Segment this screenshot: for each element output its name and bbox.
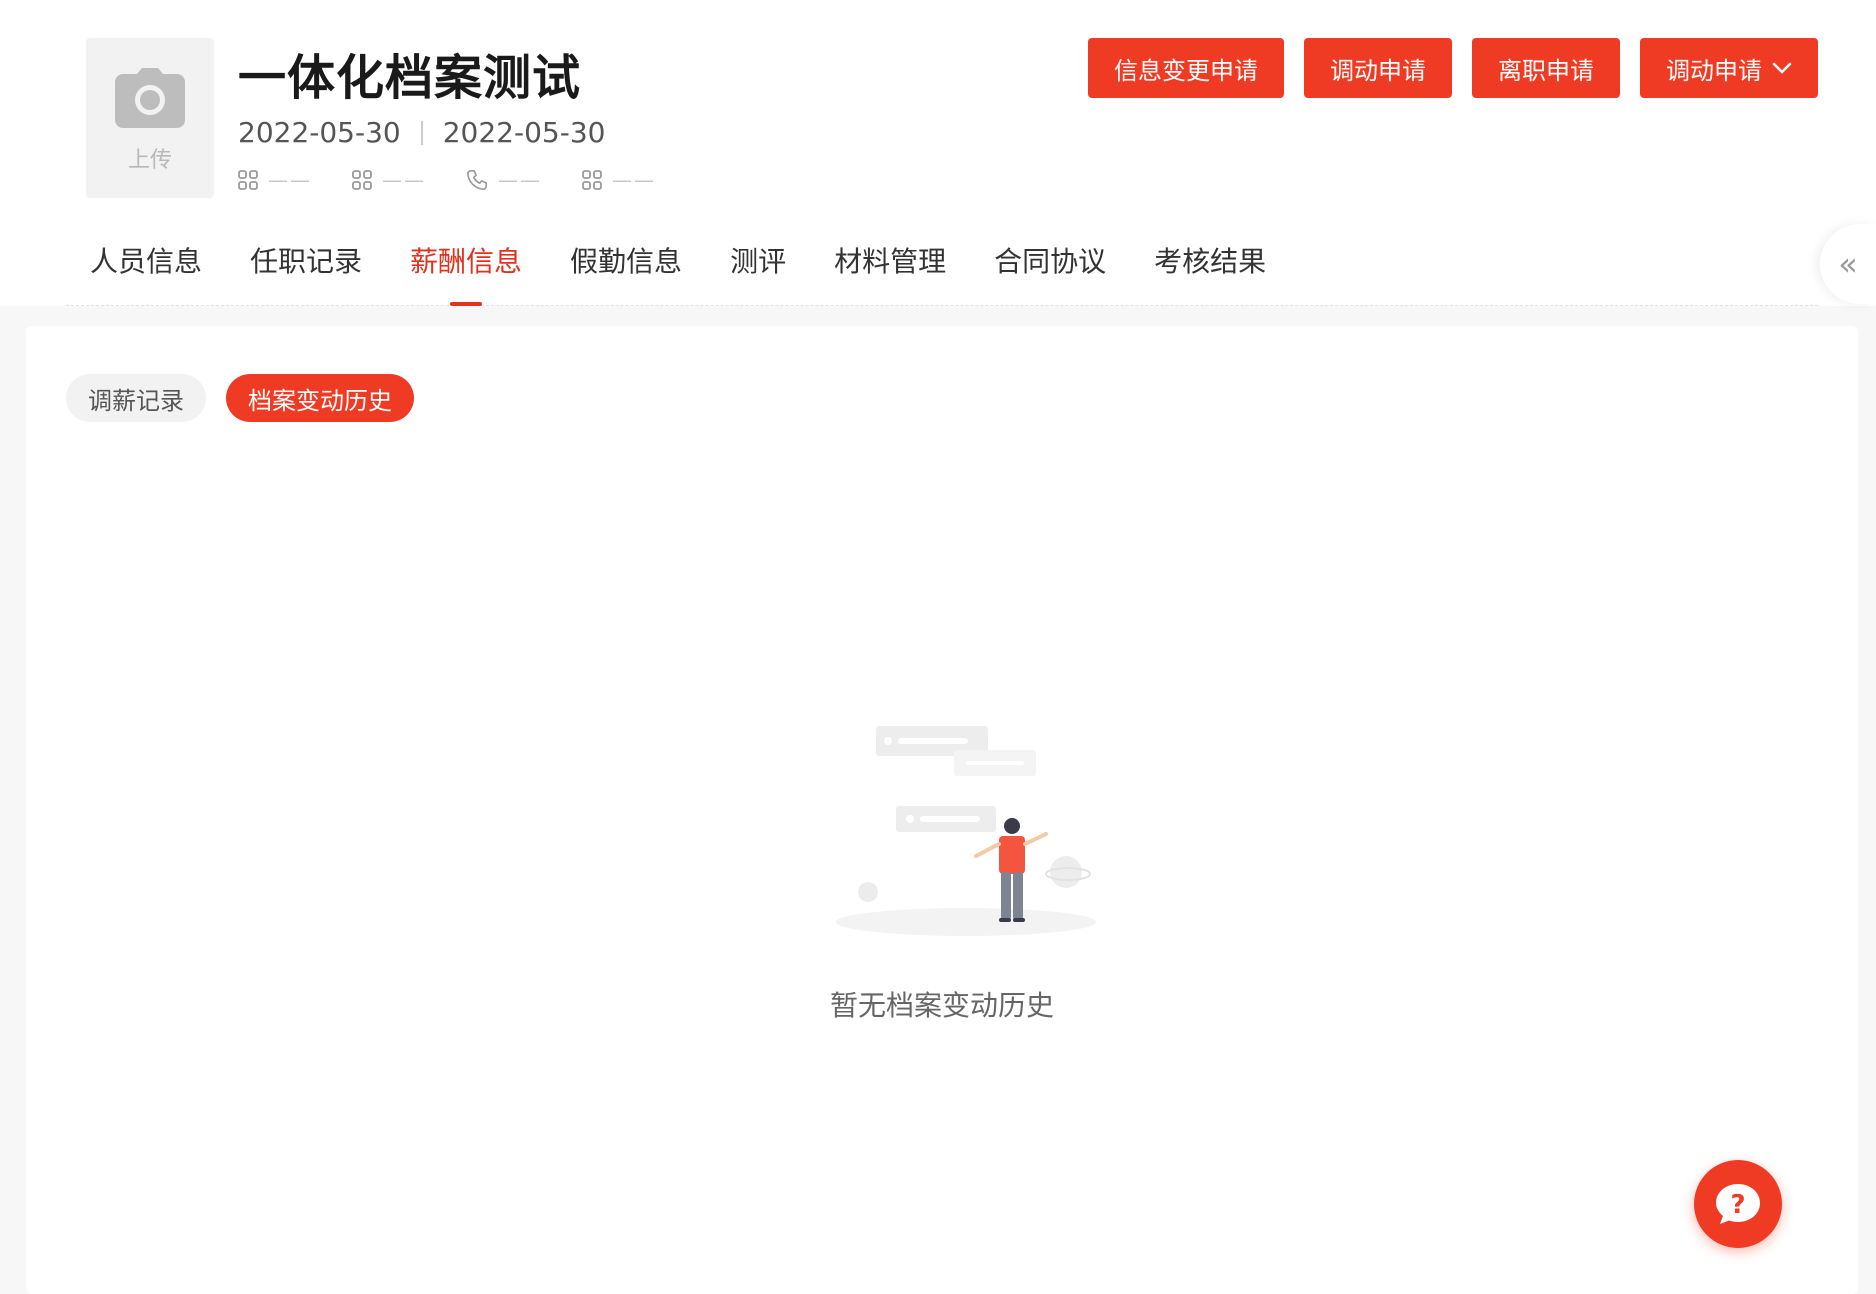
tab-attendance[interactable]: 假勤信息 <box>546 238 706 306</box>
transfer-dropdown-button[interactable]: 调动申请 <box>1640 38 1818 98</box>
date-start: 2022-05-30 <box>238 116 401 149</box>
empty-illustration <box>806 696 1126 950</box>
chevron-down-icon <box>1772 62 1792 74</box>
content-card: 调薪记录 档案变动历史 暂无档案变动历史 <box>26 326 1858 1294</box>
subtab-archive-history[interactable]: 档案变动历史 <box>226 374 414 422</box>
meta-item: —— <box>352 168 426 192</box>
profile-meta: —— —— —— —— <box>238 168 696 192</box>
tab-evaluation[interactable]: 测评 <box>706 238 810 306</box>
sub-tabs: 调薪记录 档案变动历史 <box>66 374 434 422</box>
grid-icon <box>582 170 602 190</box>
date-end: 2022-05-30 <box>442 116 606 149</box>
info-change-button[interactable]: 信息变更申请 <box>1088 38 1284 98</box>
svg-text:?: ? <box>1730 1190 1745 1220</box>
meta-item: —— <box>466 168 542 192</box>
main-tabs: 人员信息 任职记录 薪酬信息 假勤信息 测评 材料管理 合同协议 考核结果 <box>66 238 1818 306</box>
divider <box>420 120 423 145</box>
tab-personnel[interactable]: 人员信息 <box>66 238 226 306</box>
subtab-salary-adjustment[interactable]: 调薪记录 <box>66 374 206 422</box>
tab-employment[interactable]: 任职记录 <box>226 238 386 306</box>
meta-value: —— <box>268 168 312 192</box>
action-buttons: 信息变更申请 调动申请 离职申请 调动申请 <box>1068 38 1818 98</box>
profile-header: 上传 一体化档案测试 2022-05-30 2022-05-30 —— —— — <box>0 0 1876 306</box>
meta-value: —— <box>382 168 426 192</box>
resign-button[interactable]: 离职申请 <box>1472 38 1620 98</box>
camera-icon <box>115 68 185 128</box>
profile-name: 一体化档案测试 <box>238 50 582 106</box>
tab-assessment[interactable]: 考核结果 <box>1130 238 1290 306</box>
profile-dates: 2022-05-30 2022-05-30 <box>238 116 605 149</box>
tab-materials[interactable]: 材料管理 <box>810 238 970 306</box>
meta-value: —— <box>498 168 542 192</box>
tab-salary[interactable]: 薪酬信息 <box>386 238 546 306</box>
collapse-panel-button[interactable]: « <box>1820 224 1876 304</box>
meta-value: —— <box>612 168 656 192</box>
transfer-dropdown-label: 调动申请 <box>1666 56 1762 85</box>
transfer-button[interactable]: 调动申请 <box>1304 38 1452 98</box>
empty-message: 暂无档案变动历史 <box>829 989 1054 1022</box>
upload-label: 上传 <box>127 148 172 173</box>
avatar-upload[interactable]: 上传 <box>86 38 214 198</box>
grid-icon <box>238 170 258 190</box>
question-bubble-icon: ? <box>1716 1184 1760 1224</box>
tab-contracts[interactable]: 合同协议 <box>970 238 1130 306</box>
grid-icon <box>352 170 372 190</box>
meta-item: —— <box>582 168 656 192</box>
phone-icon <box>467 170 487 190</box>
meta-item: —— <box>238 168 312 192</box>
double-chevron-left-icon: « <box>1838 245 1858 283</box>
help-button[interactable]: ? <box>1694 1160 1782 1248</box>
